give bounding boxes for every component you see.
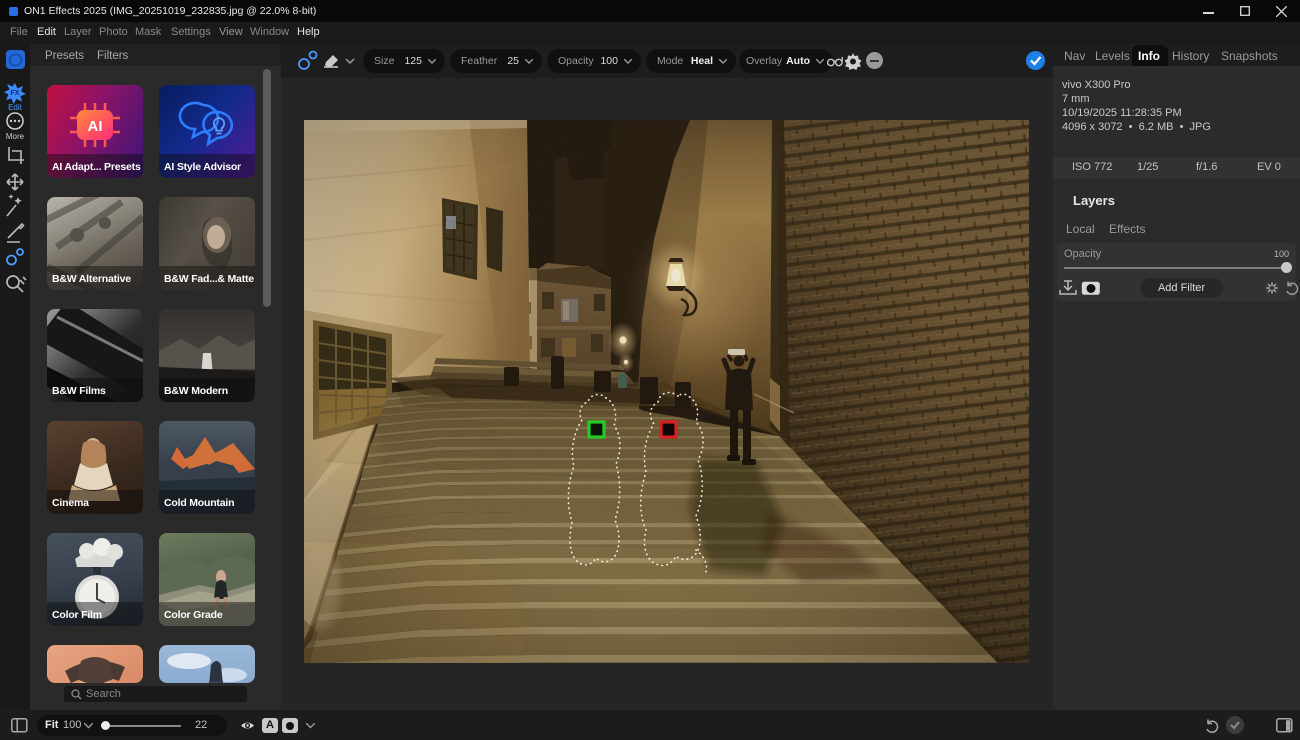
svg-text:FX: FX: [11, 90, 20, 97]
svg-text:Edit: Edit: [8, 103, 23, 112]
svg-text:AI: AI: [88, 118, 103, 135]
svg-text:More: More: [6, 132, 25, 141]
